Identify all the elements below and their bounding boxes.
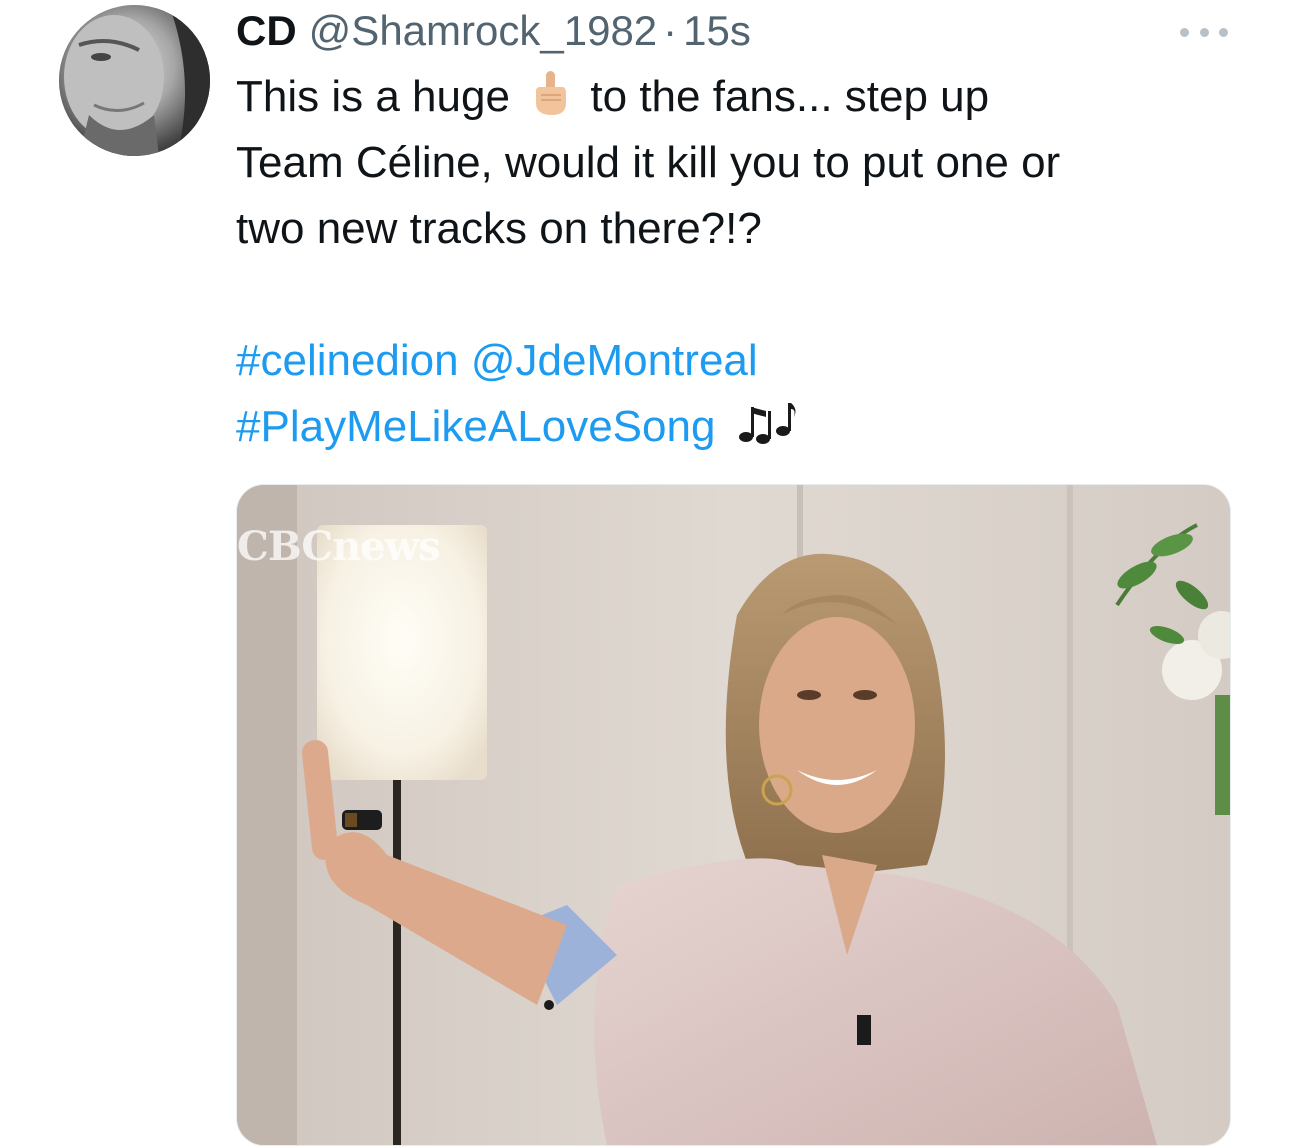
mention-jdemontreal[interactable]: @JdeMontreal	[471, 336, 758, 385]
tweet-media-image[interactable]: CBCnews	[236, 484, 1231, 1146]
tweet-line-hashtag: #PlayMeLikeALoveSong	[236, 394, 1236, 460]
tweet-text: This is a huge to the fans... step up Te…	[236, 64, 1236, 460]
avatar[interactable]	[59, 5, 210, 156]
tweet-line-3: two new tracks on there?!?	[236, 204, 762, 253]
more-dot	[1199, 27, 1209, 37]
tweet-line-2: Team Céline, would it kill you to put on…	[236, 138, 1061, 187]
avatar-photo	[59, 5, 210, 156]
tweet-line-tags: #celinedion @JdeMontreal	[236, 328, 1236, 394]
cbc-news-watermark: CBCnews	[237, 523, 441, 570]
tweet-text-segment: This is a huge	[236, 72, 510, 121]
separator-dot: ·	[663, 7, 678, 54]
more-dot	[1180, 27, 1189, 37]
timestamp[interactable]: 15s	[683, 6, 751, 56]
tweet: CD @Shamrock_1982 · 15s This is a huge t…	[0, 0, 1290, 1148]
more-options-icon[interactable]	[1180, 20, 1228, 44]
user-handle[interactable]: @Shamrock_1982	[309, 6, 658, 56]
tweet-text-segment: to the fans... step up	[590, 72, 990, 121]
hashtag-celinedion[interactable]: #celinedion	[236, 336, 459, 385]
video-still	[237, 485, 1230, 1145]
more-dot	[1219, 27, 1228, 37]
display-name[interactable]: CD	[236, 6, 297, 56]
musical-notes-emoji-icon	[738, 403, 796, 444]
middle-finger-emoji-icon	[536, 71, 567, 115]
tweet-header: CD @Shamrock_1982 · 15s	[236, 6, 751, 56]
tweet-line-1: This is a huge to the fans... step up	[236, 64, 1236, 130]
hashtag-playmelikealovesong[interactable]: #PlayMeLikeALoveSong	[236, 402, 715, 451]
